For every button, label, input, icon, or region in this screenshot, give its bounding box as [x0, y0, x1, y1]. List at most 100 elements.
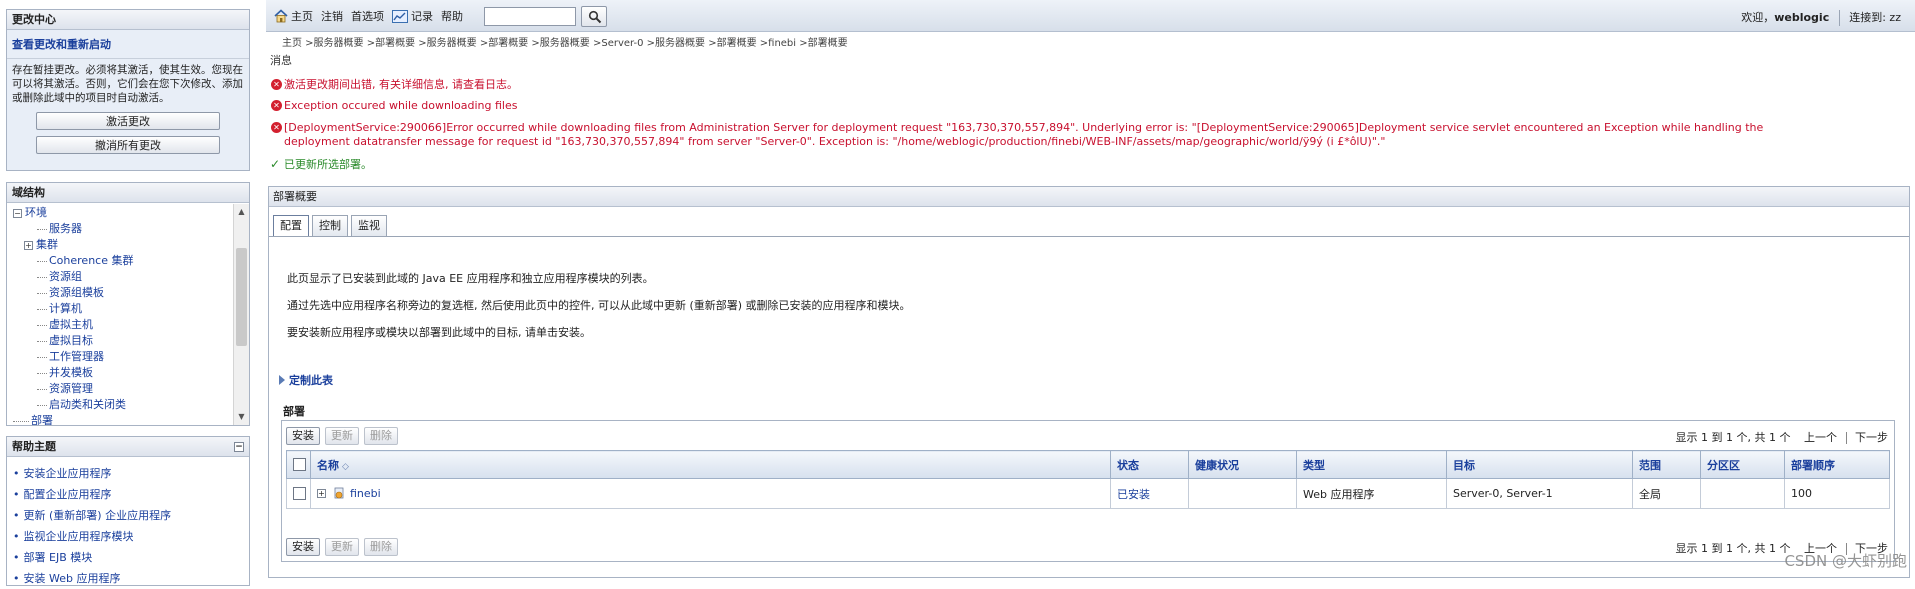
expand-triangle-icon: [279, 375, 285, 385]
tree-item-resource-groups[interactable]: 资源组: [7, 269, 233, 285]
deployments-label: 部署: [283, 405, 305, 418]
help-topic-item[interactable]: 部署 EJB 模块: [13, 547, 249, 568]
error-icon: ✕: [271, 79, 282, 90]
tree-item-work-managers[interactable]: 工作管理器: [7, 349, 233, 365]
expand-icon[interactable]: +: [317, 489, 326, 499]
preferences-link[interactable]: 首选项: [351, 8, 384, 24]
state-cell: 已安装: [1110, 478, 1189, 509]
tree-item-startup-shutdown-classes[interactable]: 启动类和关闭类: [7, 397, 233, 413]
tab-monitoring[interactable]: 监视: [351, 215, 387, 236]
tree-item-clusters[interactable]: + 集群: [7, 237, 233, 253]
home-icon[interactable]: [274, 9, 288, 23]
summary-title: 部署概要: [269, 187, 1909, 207]
record-link[interactable]: 记录: [411, 8, 433, 24]
tree-item-coherence-clusters[interactable]: Coherence 集群: [7, 253, 233, 269]
tab-control[interactable]: 控制: [312, 215, 348, 236]
help-topic-item[interactable]: 监视企业应用程序模块: [13, 526, 249, 547]
update-button[interactable]: 更新: [325, 427, 359, 445]
tree-item-concurrent-templates[interactable]: 并发模板: [7, 365, 233, 381]
scrollbar-thumb[interactable]: [236, 248, 247, 346]
logout-link[interactable]: 注销: [321, 8, 343, 24]
error-text: Exception occured while downloading file…: [284, 99, 518, 112]
divider: [7, 58, 249, 59]
select-all-checkbox[interactable]: [293, 458, 306, 472]
activate-changes-button[interactable]: 激活更改: [36, 112, 220, 130]
targets-cell: Server-0, Server-1: [1446, 478, 1633, 509]
error-message: ✕ Exception occured while downloading fi…: [271, 99, 518, 113]
pending-changes-text: 存在暂挂更改。必须将其激活，使其生效。您现在可以将其激活。否则，它们会在您下次修…: [12, 64, 243, 104]
collapse-icon[interactable]: −: [13, 208, 22, 218]
search-icon: [588, 10, 602, 23]
record-icon[interactable]: [392, 9, 408, 23]
change-center-panel: 更改中心 查看更改和重新启动 存在暂挂更改。必须将其激活，使其生效。您现在可以将…: [6, 9, 250, 171]
help-topic-item[interactable]: 安装 Web 应用程序: [13, 568, 249, 589]
row-checkbox[interactable]: [293, 487, 306, 501]
pager-info: 显示 1 到 1 个, 共 1 个: [1675, 431, 1791, 444]
domain-structure-title: 域结构: [7, 183, 249, 203]
success-message: ✓ 已更新所选部署。: [270, 157, 372, 172]
web-app-icon: [334, 487, 343, 499]
tree-item-virtual-hosts[interactable]: 虚拟主机: [7, 317, 233, 333]
error-icon: ✕: [271, 100, 282, 111]
help-link[interactable]: 帮助: [441, 8, 463, 24]
column-header-targets[interactable]: 目标: [1446, 450, 1633, 479]
tree-item-machines[interactable]: 计算机: [7, 301, 233, 317]
update-button[interactable]: 更新: [325, 538, 359, 556]
tree-item-virtual-targets[interactable]: 虚拟目标: [7, 333, 233, 349]
breadcrumb[interactable]: 主页 >服务器概要 >部署概要 >服务器概要 >部署概要 >服务器概要 >Ser…: [282, 34, 848, 49]
divider: [1838, 10, 1840, 26]
domain-tree: − 环境 服务器 + 集群 Coherence 集群 资源组 资源组模板 计算机 虚…: [7, 204, 233, 425]
customize-table-link[interactable]: 定制此表: [279, 372, 333, 388]
tree-item-deployments[interactable]: 部署: [7, 413, 233, 425]
tree-item-resource-management[interactable]: 资源管理: [7, 381, 233, 397]
help-topic-item[interactable]: 更新 (重新部署) 企业应用程序: [13, 505, 249, 526]
view-changes-link[interactable]: 查看更改和重新启动: [7, 30, 249, 56]
collapse-icon[interactable]: −: [234, 442, 244, 452]
help-topic-item[interactable]: 安装企业应用程序: [13, 463, 249, 484]
deployment-summary-panel: 部署概要 配置 控制 监视 此页显示了已安装到此域的 Java EE 应用程序和…: [268, 186, 1910, 578]
help-topics-title: 帮助主题: [12, 440, 56, 453]
divider: [269, 236, 1909, 237]
top-nav: 主页 注销 首选项 记录 帮助: [274, 8, 471, 24]
success-text: 已更新所选部署。: [284, 158, 372, 171]
state-link[interactable]: 已安装: [1117, 488, 1150, 501]
app-name-link[interactable]: finebi: [350, 487, 381, 500]
column-header-partition[interactable]: 分区区: [1700, 450, 1785, 479]
tree-item-servers[interactable]: 服务器: [7, 221, 233, 237]
undo-all-changes-button[interactable]: 撤消所有更改: [36, 136, 220, 154]
help-topics-panel: 帮助主题 − 安装企业应用程序 配置企业应用程序 更新 (重新部署) 企业应用程…: [6, 436, 250, 586]
pager-next[interactable]: 下一步: [1855, 431, 1888, 444]
domain-structure-panel: 域结构 − 环境 服务器 + 集群 Coherence 集群 资源组 资源组模板 计…: [6, 182, 250, 426]
column-header-health[interactable]: 健康状况: [1188, 450, 1297, 479]
column-header-name[interactable]: 名称 ◇: [310, 450, 1111, 479]
delete-button[interactable]: 删除: [364, 427, 398, 445]
column-header-scope[interactable]: 范围: [1632, 450, 1701, 479]
tree-item-resource-group-templates[interactable]: 资源组模板: [7, 285, 233, 301]
pager-info: 显示 1 到 1 个, 共 1 个: [1675, 542, 1791, 555]
watermark: CSDN @大虾别跑: [1784, 552, 1907, 570]
scroll-up-icon[interactable]: ▲: [234, 204, 249, 220]
search-input[interactable]: [484, 7, 576, 26]
help-topic-item[interactable]: 配置企业应用程序: [13, 484, 249, 505]
type-cell: Web 应用程序: [1296, 478, 1447, 509]
error-text: [DeploymentService:290066]Error occurred…: [284, 121, 1764, 148]
home-link[interactable]: 主页: [291, 8, 313, 24]
tab-configuration[interactable]: 配置: [273, 215, 309, 236]
expand-icon[interactable]: +: [24, 240, 33, 250]
help-topics-header: 帮助主题 −: [7, 437, 249, 457]
search-button[interactable]: [581, 6, 607, 27]
check-icon: ✓: [270, 157, 281, 171]
install-button[interactable]: 安装: [286, 427, 320, 445]
tree-scrollbar[interactable]: ▲ ▼: [233, 204, 249, 425]
column-header-deployment-order[interactable]: 部署顺序: [1784, 450, 1890, 479]
sort-icon[interactable]: ◇: [342, 462, 349, 472]
install-button[interactable]: 安装: [286, 538, 320, 556]
pager-prev[interactable]: 上一个: [1804, 431, 1837, 444]
scroll-down-icon[interactable]: ▼: [234, 409, 249, 425]
deployment-order-cell: 100: [1784, 478, 1890, 509]
top-toolbar: 主页 注销 首选项 记录 帮助 欢迎，weblogic 连接到: zz: [266, 0, 1915, 32]
column-header-state[interactable]: 状态: [1110, 450, 1189, 479]
tree-item-environment[interactable]: − 环境: [7, 205, 233, 221]
column-header-type[interactable]: 类型: [1296, 450, 1447, 479]
delete-button[interactable]: 删除: [364, 538, 398, 556]
